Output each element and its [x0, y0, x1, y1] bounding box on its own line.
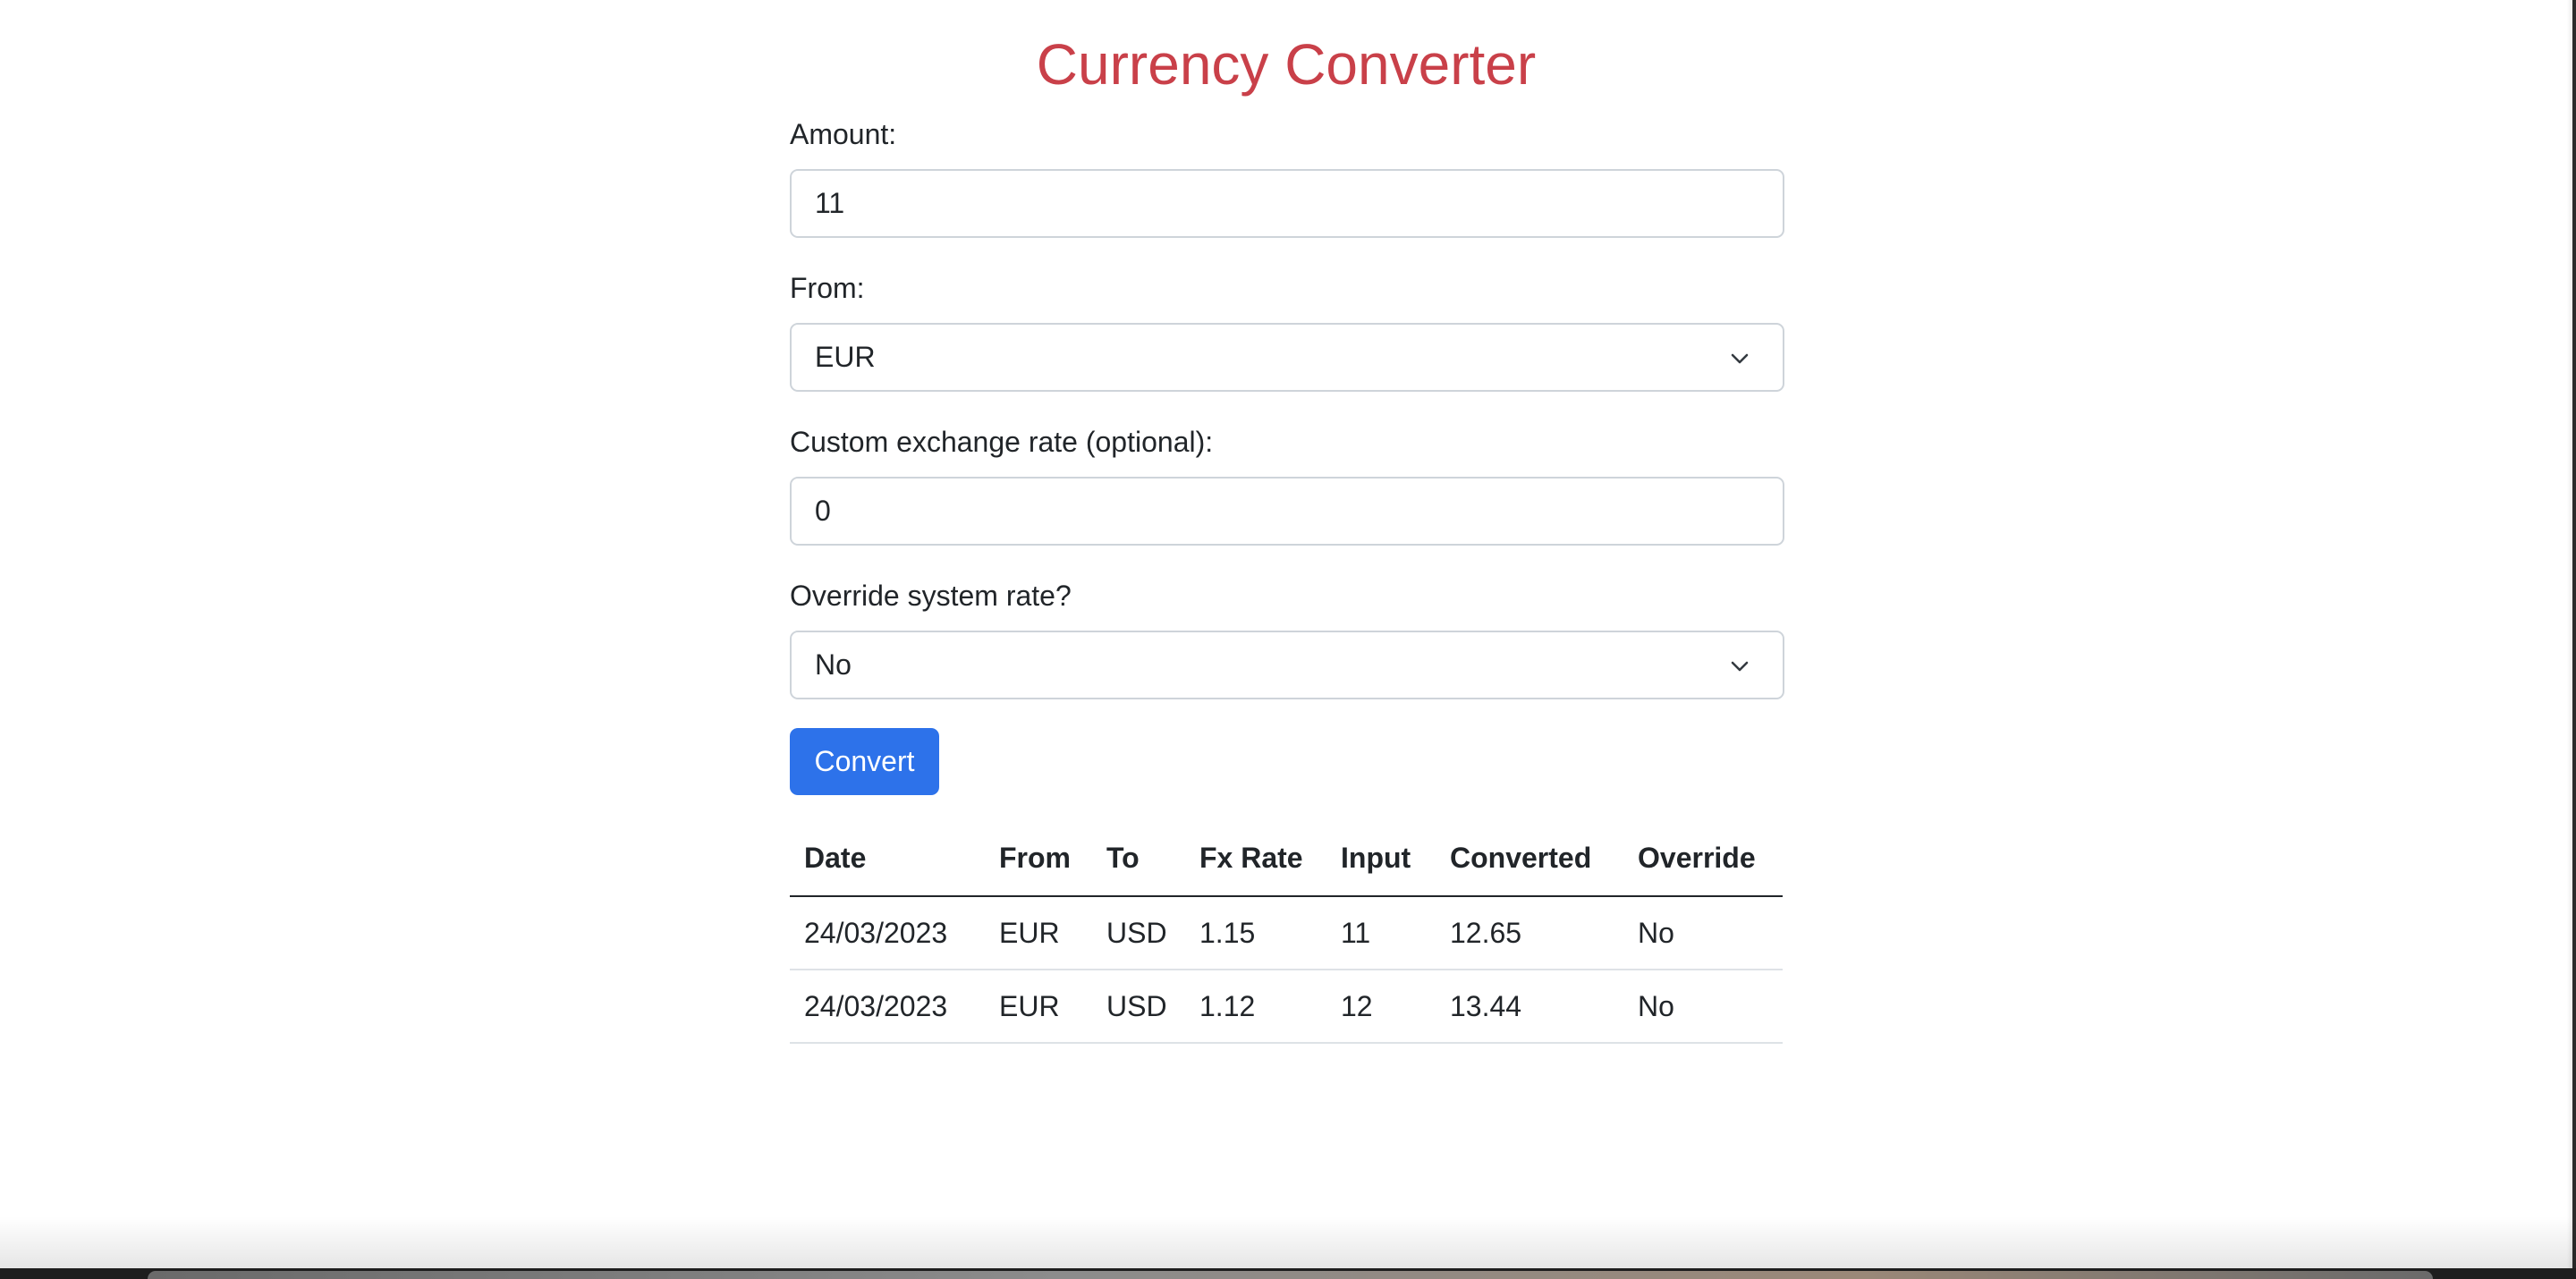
cell-input: 11: [1326, 896, 1436, 970]
column-header-converted: Converted: [1436, 821, 1623, 897]
cell-converted: 13.44: [1436, 970, 1623, 1044]
convert-button[interactable]: Convert: [790, 728, 939, 795]
cell-date: 24/03/2023: [790, 896, 985, 970]
from-selected-value: EUR: [815, 341, 876, 373]
page-title: Currency Converter: [1036, 32, 1537, 97]
column-header-fx-rate: Fx Rate: [1185, 821, 1326, 897]
cell-converted: 12.65: [1436, 896, 1623, 970]
cell-override: No: [1623, 970, 1783, 1044]
cell-date: 24/03/2023: [790, 970, 985, 1044]
cell-to: USD: [1092, 896, 1185, 970]
custom-rate-input[interactable]: 0: [790, 477, 1784, 546]
conversion-history-table: Date From To Fx Rate Input Converted Ove…: [790, 821, 1783, 1044]
override-selected-value: No: [815, 648, 852, 681]
column-header-input: Input: [1326, 821, 1436, 897]
amount-value: 11: [815, 187, 845, 219]
chevron-down-icon: [1731, 661, 1749, 672]
cell-from: EUR: [985, 896, 1092, 970]
column-header-override: Override: [1623, 821, 1783, 897]
table-row: 24/03/2023 EUR USD 1.15 11 12.65 No: [790, 896, 1783, 970]
column-header-to: To: [1092, 821, 1185, 897]
cell-input: 12: [1326, 970, 1436, 1044]
app-page: Currency Converter Amount: 11 From: EUR …: [0, 0, 2576, 1279]
amount-label: Amount:: [790, 118, 897, 150]
table-header-row: Date From To Fx Rate Input Converted Ove…: [790, 821, 1783, 897]
dock-edge: [148, 1271, 2433, 1279]
cell-override: No: [1623, 896, 1783, 970]
cell-from: EUR: [985, 970, 1092, 1044]
cell-fx-rate: 1.15: [1185, 896, 1326, 970]
override-label: Override system rate?: [790, 580, 1072, 612]
window-bottom-shadow: [0, 1216, 2576, 1270]
window-right-edge: [2572, 0, 2576, 1270]
chevron-down-icon: [1731, 353, 1749, 364]
cell-to: USD: [1092, 970, 1185, 1044]
from-select[interactable]: EUR: [790, 323, 1784, 392]
table-row: 24/03/2023 EUR USD 1.12 12 13.44 No: [790, 970, 1783, 1044]
amount-input[interactable]: 11: [790, 169, 1784, 238]
override-select[interactable]: No: [790, 631, 1784, 699]
cell-fx-rate: 1.12: [1185, 970, 1326, 1044]
column-header-date: Date: [790, 821, 985, 897]
column-header-from: From: [985, 821, 1092, 897]
custom-rate-label: Custom exchange rate (optional):: [790, 426, 1214, 458]
from-label: From:: [790, 272, 865, 304]
custom-rate-value: 0: [815, 495, 831, 527]
